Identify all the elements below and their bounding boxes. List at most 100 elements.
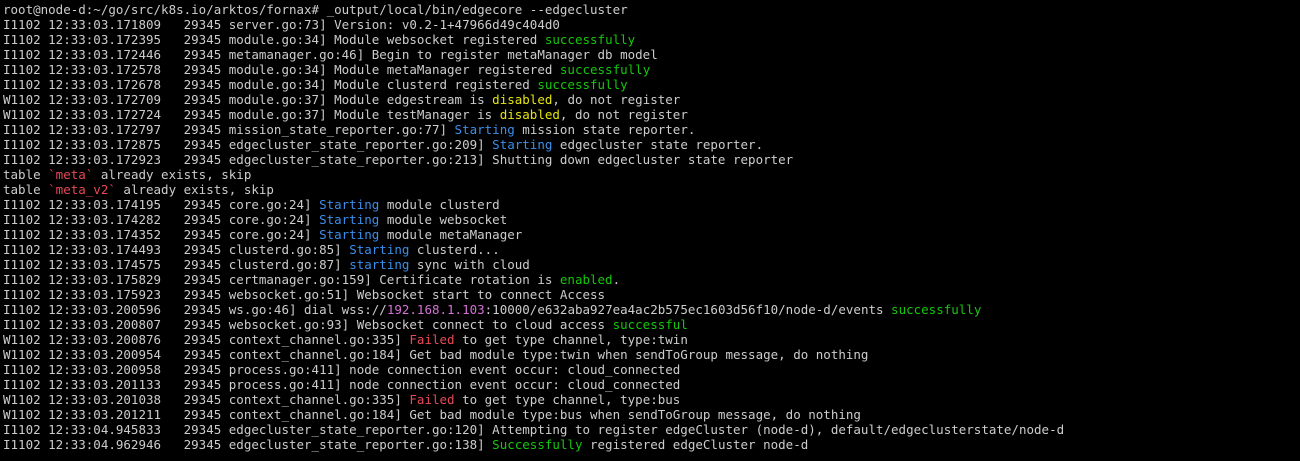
log-segment: W1102 12:33:03.172724 29345 module.go:37… <box>3 107 500 122</box>
log-segment: successfully <box>544 32 636 47</box>
log-segment: enabled <box>559 272 613 287</box>
log-line: I1102 12:33:04.962946 29345 edgecluster_… <box>3 437 1300 452</box>
log-segment: Starting <box>454 122 515 137</box>
log-segment: to get type channel, type:bus <box>454 392 681 407</box>
log-segment: registered edgeCluster node-d <box>582 437 809 452</box>
log-line: I1102 12:33:04.945833 29345 edgecluster_… <box>3 422 1300 437</box>
log-segment: module websocket <box>379 212 508 227</box>
log-segment: to get type channel, type:twin <box>454 332 688 347</box>
log-line: I1102 12:33:03.172678 29345 module.go:34… <box>3 77 1300 92</box>
log-line: I1102 12:33:03.175829 29345 certmanager.… <box>3 272 1300 287</box>
log-segment: I1102 12:33:03.171809 29345 server.go:73… <box>3 17 560 32</box>
log-line: W1102 12:33:03.201211 29345 context_chan… <box>3 407 1300 422</box>
log-line: W1102 12:33:03.200876 29345 context_chan… <box>3 332 1300 347</box>
log-segment: clusterd... <box>409 242 500 257</box>
log-line: I1102 12:33:03.174493 29345 clusterd.go:… <box>3 242 1300 257</box>
log-segment: I1102 12:33:03.172923 29345 edgecluster_… <box>3 152 794 167</box>
log-segment: already exists, skip <box>93 167 252 182</box>
log-segment: starting <box>349 257 410 272</box>
log-line: I1102 12:33:03.172446 29345 metamanager.… <box>3 47 1300 62</box>
log-segment: I1102 12:33:03.172875 29345 edgecluster_… <box>3 137 493 152</box>
log-segment: I1102 12:33:04.962946 29345 edgecluster_… <box>3 437 493 452</box>
log-line: I1102 12:33:03.174575 29345 clusterd.go:… <box>3 257 1300 272</box>
log-segment: I1102 12:33:03.172395 29345 module.go:34… <box>3 32 545 47</box>
log-line: I1102 12:33:03.174352 29345 core.go:24] … <box>3 227 1300 242</box>
log-segment: `meta` <box>48 167 94 182</box>
log-segment: already exists, skip <box>115 182 274 197</box>
log-line: I1102 12:33:03.201133 29345 process.go:4… <box>3 377 1300 392</box>
log-segment: W1102 12:33:03.200876 29345 context_chan… <box>3 332 410 347</box>
log-segment: root@node-d:~/go/src/k8s.io/arktos/forna… <box>3 2 628 17</box>
log-line: W1102 12:33:03.172724 29345 module.go:37… <box>3 107 1300 122</box>
log-line: I1102 12:33:03.200958 29345 process.go:4… <box>3 362 1300 377</box>
log-segment: Failed <box>409 332 455 347</box>
log-line: W1102 12:33:03.172709 29345 module.go:37… <box>3 92 1300 107</box>
log-segment: successful <box>612 317 688 332</box>
log-segment: Starting <box>492 137 553 152</box>
log-segment: Starting <box>349 242 410 257</box>
log-segment: W1102 12:33:03.201211 29345 context_chan… <box>3 407 861 422</box>
log-line: I1102 12:33:03.172797 29345 mission_stat… <box>3 122 1300 137</box>
log-segment: I1102 12:33:03.200958 29345 process.go:4… <box>3 362 681 377</box>
log-line: W1102 12:33:03.200954 29345 context_chan… <box>3 347 1300 362</box>
log-segment: successfully <box>891 302 982 317</box>
log-segment: 192.168.1.103 <box>386 302 485 317</box>
log-segment: I1102 12:33:03.174282 29345 core.go:24] <box>3 212 320 227</box>
log-segment: I1102 12:33:03.172446 29345 metamanager.… <box>3 47 658 62</box>
log-segment: I1102 12:33:03.200807 29345 websocket.go… <box>3 317 613 332</box>
log-segment: I1102 12:33:03.174575 29345 clusterd.go:… <box>3 257 350 272</box>
log-segment: I1102 12:33:03.174195 29345 core.go:24] <box>3 197 320 212</box>
log-segment: I1102 12:33:03.172578 29345 module.go:34… <box>3 62 560 77</box>
log-segment: I1102 12:33:03.172678 29345 module.go:34… <box>3 77 538 92</box>
log-segment: module metaManager <box>379 227 523 242</box>
log-segment: I1102 12:33:03.172797 29345 mission_stat… <box>3 122 455 137</box>
log-segment: I1102 12:33:03.175923 29345 websocket.go… <box>3 287 606 302</box>
log-segment: table <box>3 182 49 197</box>
log-segment: Starting <box>319 227 380 242</box>
log-line: I1102 12:33:03.200596 29345 ws.go:46] di… <box>3 302 1300 317</box>
log-segment: edgecluster state reporter. <box>552 137 764 152</box>
log-segment: disabled <box>492 92 553 107</box>
log-segment: I1102 12:33:04.945833 29345 edgecluster_… <box>3 422 1065 437</box>
log-line: I1102 12:33:03.174282 29345 core.go:24] … <box>3 212 1300 227</box>
command-line: root@node-d:~/go/src/k8s.io/arktos/forna… <box>3 2 1300 17</box>
log-segment: disabled <box>499 107 560 122</box>
log-segment: :10000/e632aba927ea4ac2b575ec1603d56f10/… <box>484 302 892 317</box>
log-segment: successfully <box>559 62 651 77</box>
log-line: I1102 12:33:03.172395 29345 module.go:34… <box>3 32 1300 47</box>
log-line: I1102 12:33:03.172875 29345 edgecluster_… <box>3 137 1300 152</box>
log-segment: I1102 12:33:03.174352 29345 core.go:24] <box>3 227 320 242</box>
log-line: I1102 12:33:03.172923 29345 edgecluster_… <box>3 152 1300 167</box>
log-segment: table <box>3 167 49 182</box>
log-segment: `meta_v2` <box>48 182 116 197</box>
log-line: table `meta` already exists, skip <box>3 167 1300 182</box>
log-segment: . <box>612 272 621 287</box>
log-segment: sync with cloud <box>409 257 530 272</box>
log-segment: I1102 12:33:03.174493 29345 clusterd.go:… <box>3 242 350 257</box>
log-segment: W1102 12:33:03.200954 29345 context_chan… <box>3 347 869 362</box>
log-line: table `meta_v2` already exists, skip <box>3 182 1300 197</box>
log-line: I1102 12:33:03.200807 29345 websocket.go… <box>3 317 1300 332</box>
log-segment: I1102 12:33:03.200596 29345 ws.go:46] di… <box>3 302 387 317</box>
log-segment: mission state reporter. <box>514 122 696 137</box>
log-segment: W1102 12:33:03.172709 29345 module.go:37… <box>3 92 493 107</box>
log-segment: W1102 12:33:03.201038 29345 context_chan… <box>3 392 410 407</box>
log-segment: Starting <box>319 212 380 227</box>
terminal-window[interactable]: root@node-d:~/go/src/k8s.io/arktos/forna… <box>0 0 1300 461</box>
log-line: I1102 12:33:03.171809 29345 server.go:73… <box>3 17 1300 32</box>
log-segment: , do not register <box>559 107 688 122</box>
log-line: I1102 12:33:03.172578 29345 module.go:34… <box>3 62 1300 77</box>
log-segment: , do not register <box>552 92 681 107</box>
log-segment: Starting <box>319 197 380 212</box>
log-segment: I1102 12:33:03.175829 29345 certmanager.… <box>3 272 560 287</box>
log-segment: Successfully <box>492 437 583 452</box>
log-line: W1102 12:33:03.201038 29345 context_chan… <box>3 392 1300 407</box>
log-line: I1102 12:33:03.174195 29345 core.go:24] … <box>3 197 1300 212</box>
log-segment: I1102 12:33:03.201133 29345 process.go:4… <box>3 377 681 392</box>
log-segment: Failed <box>409 392 455 407</box>
log-line: I1102 12:33:03.175923 29345 websocket.go… <box>3 287 1300 302</box>
prompt-cursor-line <box>3 452 1300 461</box>
log-segment: successfully <box>537 77 628 92</box>
terminal-output: root@node-d:~/go/src/k8s.io/arktos/forna… <box>3 2 1300 452</box>
log-segment: module clusterd <box>379 197 500 212</box>
